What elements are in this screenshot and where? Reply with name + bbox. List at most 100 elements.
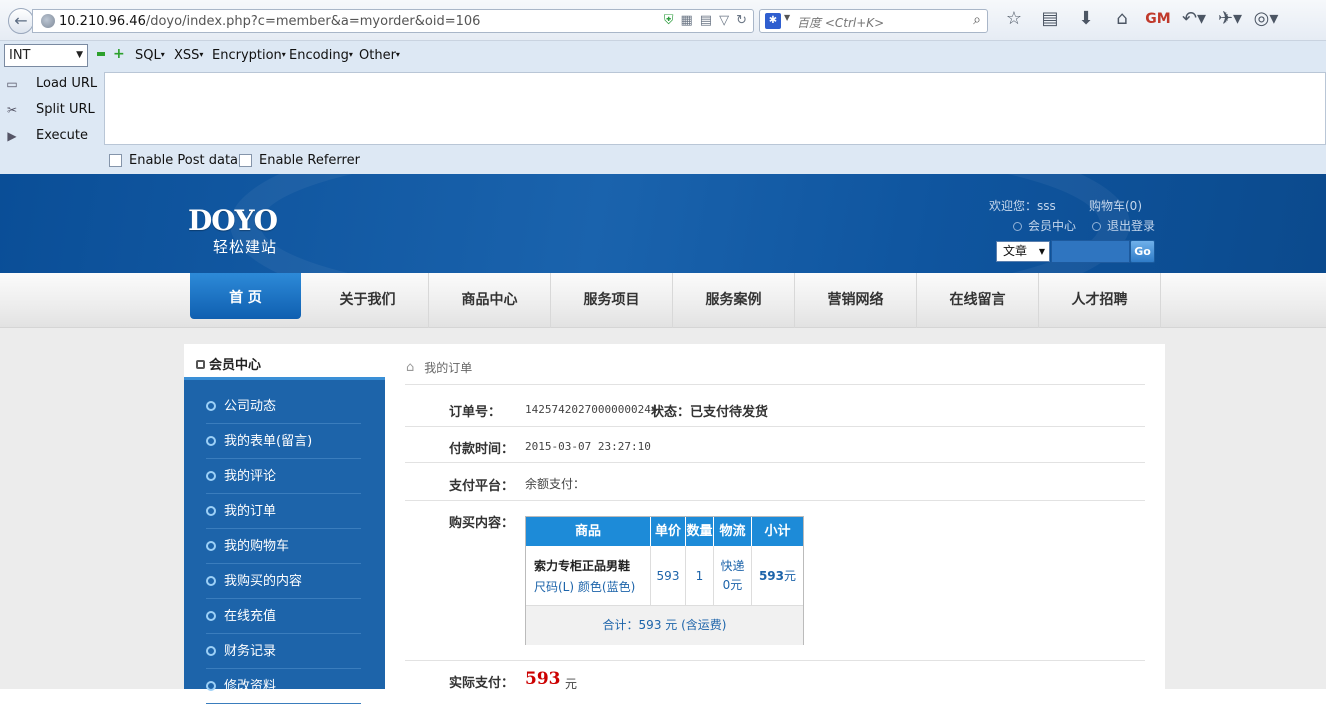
globe-icon: [41, 14, 55, 28]
extension-icon[interactable]: ✈▾: [1212, 8, 1248, 29]
execute-button[interactable]: ▶ Execute: [0, 128, 88, 143]
menu-other[interactable]: Other▾: [359, 48, 400, 63]
menu-icon[interactable]: ◎▾: [1248, 8, 1284, 29]
status-value: 已支付待发货: [690, 405, 769, 420]
split-url-button[interactable]: ✂ Split URL: [0, 102, 95, 117]
engine-dropdown-icon[interactable]: ▼: [784, 13, 790, 22]
dropdown-icon: ▾: [199, 50, 204, 59]
subtotal-cell: 593 元: [752, 546, 803, 605]
int-select[interactable]: INT ▼: [4, 44, 88, 67]
baidu-paw-icon[interactable]: ✱: [765, 13, 781, 29]
menu-xss-label: XSS: [174, 48, 200, 63]
shield-icon[interactable]: ⛨: [664, 13, 674, 28]
menu-encryption[interactable]: Encryption▾: [212, 48, 286, 63]
paid-label: 实际支付：: [449, 676, 515, 691]
quantity-cell: 1: [686, 546, 714, 605]
plus-icon[interactable]: +: [113, 47, 125, 61]
nav-jobs[interactable]: 人才招聘: [1039, 273, 1161, 328]
enable-referrer-checkbox[interactable]: Enable Referrer: [239, 153, 360, 168]
sidebar-item-label: 我的购物车: [224, 538, 290, 554]
ring-icon: [206, 436, 216, 446]
sidebar-item-my-comments[interactable]: 我的评论: [206, 459, 361, 494]
menu-sql-label: SQL: [135, 48, 161, 63]
checkbox-box[interactable]: [109, 154, 122, 167]
product-name[interactable]: 索力专柜正品男鞋: [534, 557, 630, 574]
platform-value: 余额支付：: [525, 477, 586, 491]
site-header: DOYO 轻松建站 欢迎您：sss 购物车(0) 会员中心 退出登录 文章 ▼ G…: [0, 174, 1326, 273]
table-header-shipping: 物流: [714, 517, 752, 546]
load-url-label: Load URL: [36, 76, 98, 91]
order-detail-panel: ⌂ 我的订单 订单号： 14257420270000000244 状态： 已支付待…: [385, 344, 1165, 691]
site-search-input[interactable]: [1051, 240, 1130, 263]
member-center-link[interactable]: 会员中心: [1013, 217, 1076, 234]
ring-icon: [206, 541, 216, 551]
nav-products[interactable]: 商品中心: [429, 273, 551, 328]
nav-home[interactable]: 首 页: [190, 273, 301, 319]
subtotal-unit: 元: [784, 569, 797, 583]
url-bar[interactable]: 10.210.96.46/doyo/index.php?c=member&a=m…: [32, 9, 754, 33]
back-arrow-icon[interactable]: ←: [8, 8, 34, 34]
home-icon[interactable]: ⌂: [406, 360, 414, 375]
download-icon[interactable]: ⬇: [1068, 8, 1104, 29]
checkbox-box[interactable]: [239, 154, 252, 167]
nav-network[interactable]: 营销网络: [795, 273, 917, 328]
ring-icon: [206, 576, 216, 586]
sidebar-item-recharge[interactable]: 在线充值: [206, 599, 361, 634]
dropdown-arrow-icon[interactable]: ▽: [719, 13, 729, 28]
load-url-button[interactable]: ▭ Load URL: [0, 76, 97, 91]
sidebar-item-my-orders[interactable]: 我的订单: [206, 494, 361, 529]
site-logo[interactable]: DOYO: [188, 204, 278, 237]
minus-icon[interactable]: [97, 52, 105, 56]
hackbar-url-textarea[interactable]: [104, 72, 1326, 145]
table-header-product: 商品: [526, 517, 651, 546]
reading-list-icon[interactable]: ▤: [1032, 8, 1068, 29]
nav-message[interactable]: 在线留言: [917, 273, 1039, 328]
logout-link[interactable]: 退出登录: [1092, 217, 1155, 234]
menu-xss[interactable]: XSS▾: [174, 48, 203, 63]
search-go-button[interactable]: Go: [1130, 240, 1155, 263]
sidebar-item-edit-profile[interactable]: 修改资料: [206, 669, 361, 704]
url-host: 10.210.96.46: [59, 14, 146, 29]
product-size: 尺码(L): [534, 579, 575, 594]
menu-other-label: Other: [359, 48, 396, 63]
nav-cases[interactable]: 服务案例: [673, 273, 795, 328]
load-url-icon: ▭: [6, 76, 18, 91]
enable-post-checkbox[interactable]: Enable Post data: [109, 153, 238, 168]
url-bar-icons: ⛨ ▦ ▤ ▽ ↻: [664, 13, 747, 28]
int-select-value: INT: [9, 48, 31, 63]
divider: [405, 384, 1145, 385]
menu-sql[interactable]: SQL▾: [135, 48, 165, 63]
ring-icon: [206, 611, 216, 621]
greasemonkey-icon[interactable]: GM: [1140, 11, 1176, 27]
paid-amount: 593: [525, 669, 561, 689]
search-icon[interactable]: ⌕: [973, 12, 981, 28]
compat-view-icon[interactable]: ▤: [700, 13, 712, 28]
undo-icon[interactable]: ↶▾: [1176, 8, 1212, 29]
platform-label: 支付平台：: [449, 479, 515, 494]
nav-services[interactable]: 服务项目: [551, 273, 673, 328]
sidebar-item-purchased[interactable]: 我购买的内容: [206, 564, 361, 599]
search-type-select[interactable]: 文章 ▼: [996, 241, 1050, 262]
sidebar-item-my-cart[interactable]: 我的购物车: [206, 529, 361, 564]
qr-code-icon[interactable]: ▦: [681, 13, 693, 28]
menu-encoding[interactable]: Encoding▾: [289, 48, 353, 63]
bookmark-star-icon[interactable]: ☆: [996, 8, 1032, 29]
search-type-value: 文章: [1003, 244, 1028, 258]
home-icon[interactable]: ⌂: [1104, 8, 1140, 29]
url-text[interactable]: 10.210.96.46/doyo/index.php?c=member&a=m…: [59, 14, 480, 29]
product-cell: 索力专柜正品男鞋 尺码(L) 颜色(蓝色): [526, 546, 651, 605]
sidebar-item-finance[interactable]: 财务记录: [206, 634, 361, 669]
sidebar-item-company-news[interactable]: 公司动态: [206, 389, 361, 424]
unit-price-cell: 593: [651, 546, 686, 605]
chevron-down-icon: ▼: [1038, 247, 1045, 256]
table-header-subtotal: 小计: [752, 517, 803, 546]
reload-icon[interactable]: ↻: [736, 13, 747, 28]
cart-link[interactable]: 购物车(0): [1089, 197, 1142, 214]
sidebar-item-label: 修改资料: [224, 678, 277, 694]
sidebar-item-label: 我的表单(留言): [224, 433, 313, 449]
header-decoration: [230, 174, 1130, 273]
browser-toolbar: ← 10.210.96.46/doyo/index.php?c=member&a…: [0, 0, 1326, 41]
sidebar-item-my-forms[interactable]: 我的表单(留言): [206, 424, 361, 459]
browser-search-bar[interactable]: ✱ ▼ 百度 <Ctrl+K> ⌕: [759, 9, 988, 33]
nav-about[interactable]: 关于我们: [307, 273, 429, 328]
